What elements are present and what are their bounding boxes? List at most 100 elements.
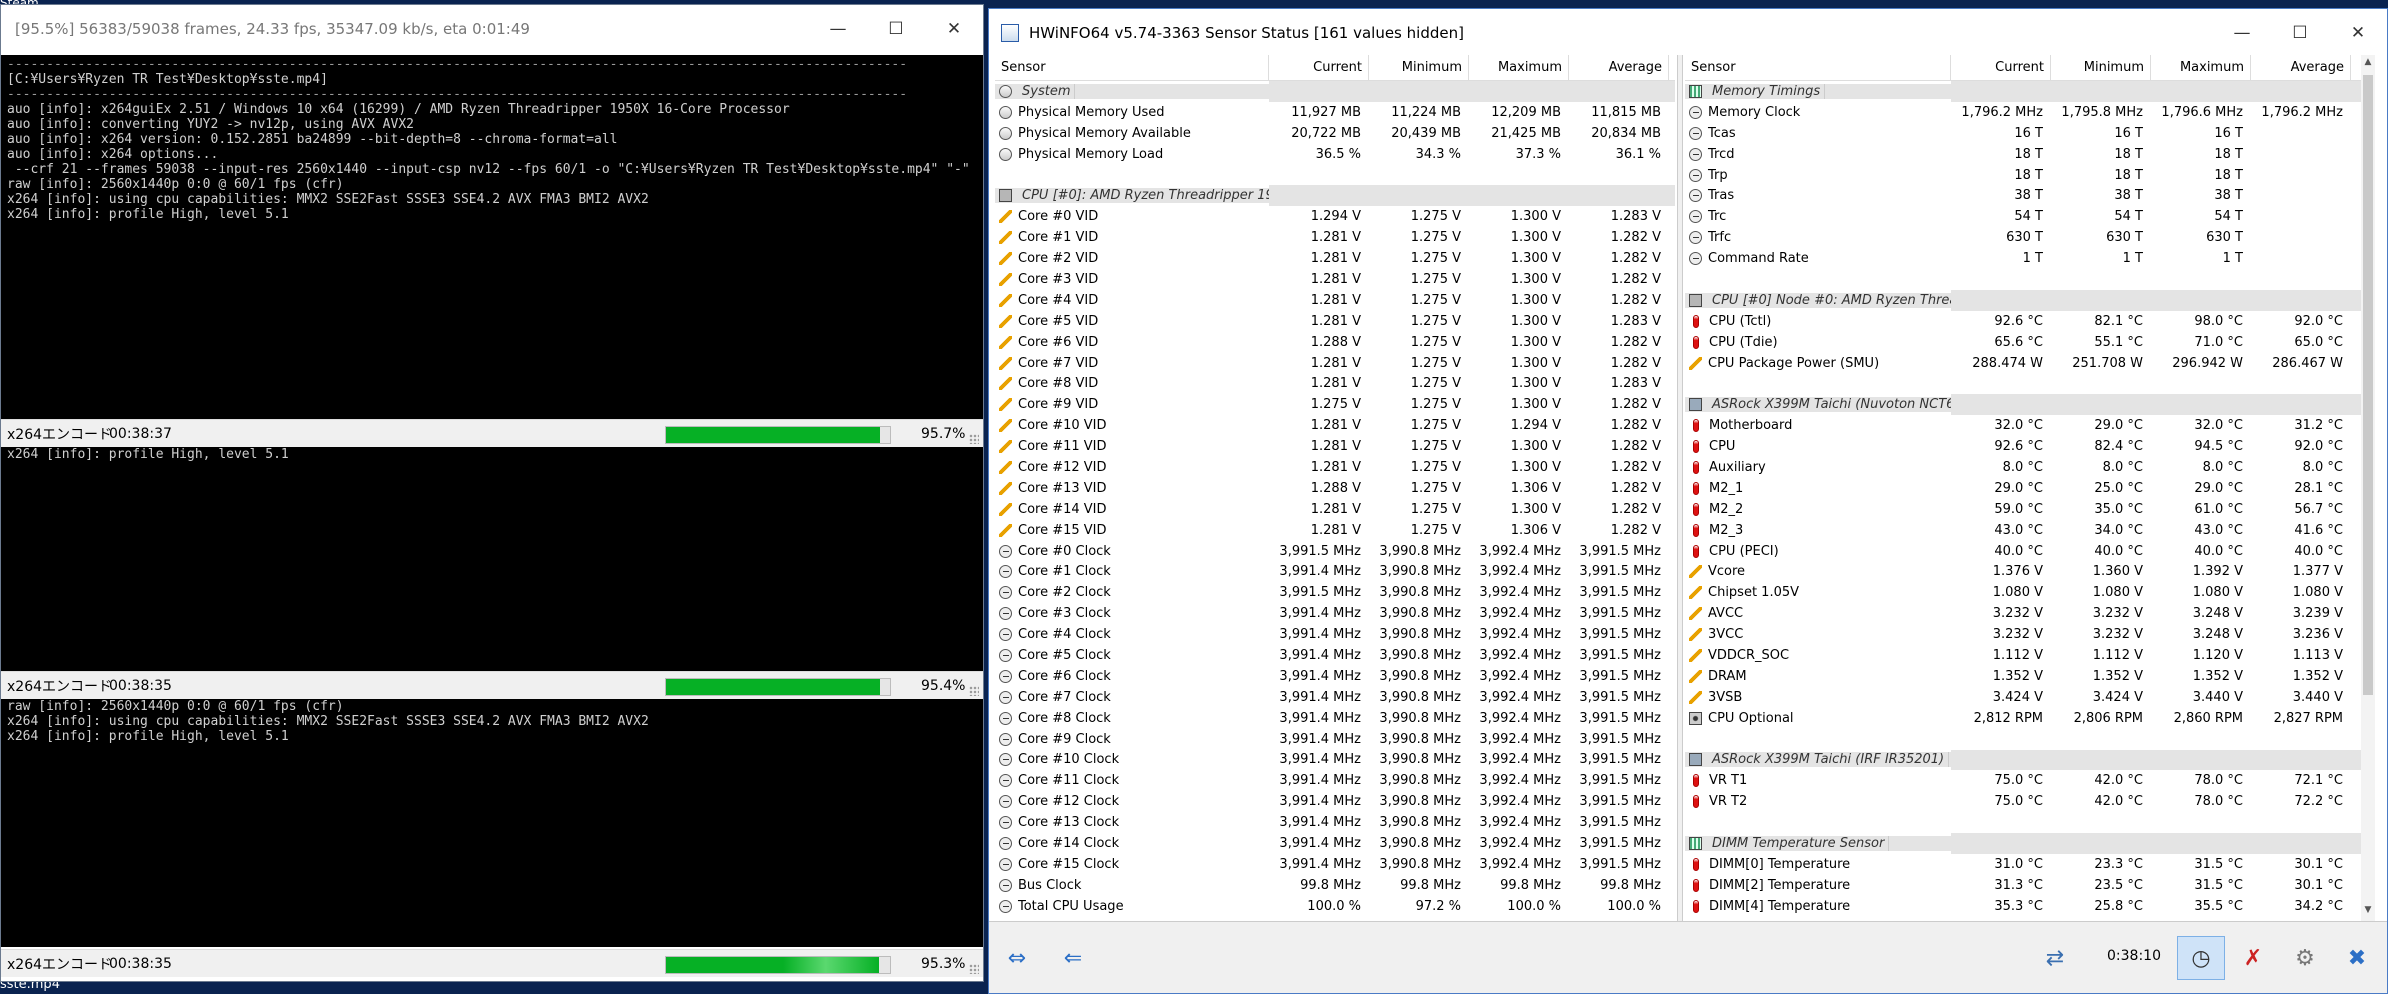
sensor-section-header[interactable]: Memory Timings xyxy=(1685,81,2375,102)
sensor-row[interactable]: Physical Memory Available 20,722 MB 20,439… xyxy=(995,123,1675,144)
sensor-row[interactable]: Core #7 VID 1.281 V 1.275 V 1.300 V 1.282 V xyxy=(995,353,1675,374)
sensor-row[interactable]: AVCC 3.232 V 3.232 V 3.248 V 3.239 V xyxy=(1685,603,2375,624)
reset-icon[interactable]: ✗ xyxy=(2229,936,2277,980)
minimize-icon[interactable]: — xyxy=(2213,9,2271,57)
sensor-row[interactable]: CPU Optional 2,812 RPM 2,806 RPM 2,860 RPM 2… xyxy=(1685,708,2375,729)
sensor-row[interactable]: Core #2 VID 1.281 V 1.275 V 1.300 V 1.282 V xyxy=(995,248,1675,269)
sensor-row[interactable]: Core #12 VID 1.281 V 1.275 V 1.300 V 1.282 V xyxy=(995,457,1675,478)
column-header-minimum[interactable]: Minimum xyxy=(2051,55,2151,80)
vertical-scrollbar[interactable]: ▲ ▼ xyxy=(2361,55,2375,921)
sensor-row[interactable]: DIMM[4] Temperature 35.3 °C 25.8 °C 35.5 °C… xyxy=(1685,896,2375,917)
sensor-row[interactable]: VDDCR_SOC 1.112 V 1.112 V 1.120 V 1.113 V xyxy=(1685,645,2375,666)
sensor-row[interactable]: Core #2 Clock 3,991.5 MHz 3,990.8 MHz 3,992… xyxy=(995,582,1675,603)
sensor-row[interactable]: Trfc 630 T 630 T 630 T xyxy=(1685,227,2375,248)
sensor-row[interactable]: Physical Memory Used 11,927 MB 11,224 MB 12… xyxy=(995,102,1675,123)
resize-grip-icon[interactable] xyxy=(969,686,979,696)
sensor-row[interactable]: Tcas 16 T 16 T 16 T xyxy=(1685,123,2375,144)
sensor-section-header[interactable]: CPU [#0]: AMD Ryzen Threadripper 1950X xyxy=(995,185,1675,207)
maximize-icon[interactable]: ☐ xyxy=(2271,9,2329,57)
resize-grip-icon[interactable] xyxy=(969,964,979,974)
column-header-maximum[interactable]: Maximum xyxy=(2151,55,2251,80)
sensor-row[interactable]: Core #3 Clock 3,991.4 MHz 3,990.8 MHz 3,992… xyxy=(995,603,1675,624)
sensor-section-header[interactable]: ASRock X399M Taichi (Nuvoton NCT67... xyxy=(1685,394,2375,416)
column-header-current[interactable]: Current xyxy=(1951,55,2051,80)
gear-icon[interactable]: ⚙ xyxy=(2281,936,2329,980)
sensor-section-header[interactable]: ASRock X399M Taichi (IRF IR35201) xyxy=(1685,749,2375,771)
sensor-row[interactable]: Core #1 Clock 3,991.4 MHz 3,990.8 MHz 3,992… xyxy=(995,561,1675,582)
column-header-average[interactable]: Average xyxy=(2251,55,2351,80)
sensor-row[interactable]: Core #7 Clock 3,991.4 MHz 3,990.8 MHz 3,992… xyxy=(995,687,1675,708)
clock-icon[interactable]: ◷ xyxy=(2177,936,2225,980)
sensor-row[interactable]: Core #10 VID 1.281 V 1.275 V 1.294 V 1.282 V xyxy=(995,415,1675,436)
sensor-row[interactable]: 3VCC 3.232 V 3.232 V 3.248 V 3.236 V xyxy=(1685,624,2375,645)
sensor-row[interactable]: Auxiliary 8.0 °C 8.0 °C 8.0 °C 8.0 °C xyxy=(1685,457,2375,478)
sensor-row[interactable]: Core #3 VID 1.281 V 1.275 V 1.300 V 1.282 V xyxy=(995,269,1675,290)
sensor-table-left[interactable]: Sensor Current Minimum Maximum Average System… xyxy=(995,55,1675,921)
column-header-sensor[interactable]: Sensor xyxy=(1685,55,1951,80)
sensor-row[interactable]: Core #15 VID 1.281 V 1.275 V 1.306 V 1.282 V xyxy=(995,520,1675,541)
sensor-row[interactable]: M2_2 59.0 °C 35.0 °C 61.0 °C 56.7 °C xyxy=(1685,499,2375,520)
close-icon[interactable]: ✕ xyxy=(925,5,983,53)
sensor-row[interactable]: Core #11 VID 1.281 V 1.275 V 1.300 V 1.282 V xyxy=(995,436,1675,457)
sensor-row[interactable]: DIMM[0] Temperature 31.0 °C 23.3 °C 31.5 °C… xyxy=(1685,854,2375,875)
column-header-sensor[interactable]: Sensor xyxy=(995,55,1269,80)
sensor-row[interactable]: Trc 54 T 54 T 54 T xyxy=(1685,206,2375,227)
collapse-columns-icon[interactable]: ⇐ xyxy=(1049,936,1097,980)
sensor-row[interactable]: Core #12 Clock 3,991.4 MHz 3,990.8 MHz 3,99… xyxy=(995,791,1675,812)
sensor-row[interactable]: Core #4 VID 1.281 V 1.275 V 1.300 V 1.282 V xyxy=(995,290,1675,311)
minimize-icon[interactable]: — xyxy=(809,5,867,53)
column-header-minimum[interactable]: Minimum xyxy=(1369,55,1469,80)
scroll-up-icon[interactable]: ▲ xyxy=(2361,57,2375,71)
sensor-row[interactable]: VR T2 75.0 °C 42.0 °C 78.0 °C 72.2 °C xyxy=(1685,791,2375,812)
sensor-row[interactable]: Core #11 Clock 3,991.4 MHz 3,990.8 MHz 3,99… xyxy=(995,770,1675,791)
pane-splitter[interactable] xyxy=(1677,55,1683,921)
sensor-row[interactable]: Core #5 VID 1.281 V 1.275 V 1.300 V 1.283 V xyxy=(995,311,1675,332)
log-console-3[interactable]: raw [info]: 2560x1440p 0:0 @ 60/1 fps (c… xyxy=(1,699,983,947)
column-header-average[interactable]: Average xyxy=(1569,55,1669,80)
log-console-1[interactable]: ----------------------------------------… xyxy=(1,55,983,419)
column-header-maximum[interactable]: Maximum xyxy=(1469,55,1569,80)
sensor-row[interactable]: CPU (Tdie) 65.6 °C 55.1 °C 71.0 °C 65.0 °C xyxy=(1685,332,2375,353)
sensor-row[interactable]: Physical Memory Load 36.5 % 34.3 % 37.3 % 36… xyxy=(995,144,1675,165)
sensor-row[interactable]: 3VSB 3.424 V 3.424 V 3.440 V 3.440 V xyxy=(1685,687,2375,708)
sensor-row[interactable]: Trcd 18 T 18 T 18 T xyxy=(1685,144,2375,165)
sensor-row[interactable]: Motherboard 32.0 °C 29.0 °C 32.0 °C 31.2 °C xyxy=(1685,415,2375,436)
sensor-row[interactable]: Vcore 1.376 V 1.360 V 1.392 V 1.377 V xyxy=(1685,561,2375,582)
hwinfo-titlebar[interactable]: HWiNFO64 v5.74-3363 Sensor Status [161 v… xyxy=(989,9,2387,57)
sensor-row[interactable]: Core #13 Clock 3,991.4 MHz 3,990.8 MHz 3,99… xyxy=(995,812,1675,833)
column-header-current[interactable]: Current xyxy=(1269,55,1369,80)
sensor-row[interactable]: DIMM[2] Temperature 31.3 °C 23.5 °C 31.5 °C… xyxy=(1685,875,2375,896)
scroll-down-icon[interactable]: ▼ xyxy=(2361,905,2375,919)
sensor-row[interactable]: Core #9 VID 1.275 V 1.275 V 1.300 V 1.282 V xyxy=(995,394,1675,415)
sensor-row[interactable]: Core #0 VID 1.294 V 1.275 V 1.300 V 1.283 V xyxy=(995,206,1675,227)
scrollbar-thumb[interactable] xyxy=(2363,75,2373,695)
sensor-row[interactable]: Core #6 VID 1.288 V 1.275 V 1.300 V 1.282 V xyxy=(995,332,1675,353)
sensor-row[interactable]: VR T1 75.0 °C 42.0 °C 78.0 °C 72.1 °C xyxy=(1685,770,2375,791)
sensor-row[interactable]: Total CPU Usage 100.0 % 97.2 % 100.0 % 100.0… xyxy=(995,896,1675,917)
sensor-row[interactable]: CPU 92.6 °C 82.4 °C 94.5 °C 92.0 °C xyxy=(1685,436,2375,457)
sensor-row[interactable]: Core #1 VID 1.281 V 1.275 V 1.300 V 1.282 V xyxy=(995,227,1675,248)
sensor-row[interactable]: Chipset 1.05V 1.080 V 1.080 V 1.080 V 1.080 … xyxy=(1685,582,2375,603)
sensor-section-header[interactable]: System xyxy=(995,81,1675,102)
resize-grip-icon[interactable] xyxy=(969,434,979,444)
sensor-row[interactable]: Core #14 VID 1.281 V 1.275 V 1.300 V 1.282 V xyxy=(995,499,1675,520)
sensor-row[interactable]: Core #0 Clock 3,991.5 MHz 3,990.8 MHz 3,992… xyxy=(995,541,1675,562)
sensor-row[interactable]: Core #6 Clock 3,991.4 MHz 3,990.8 MHz 3,992… xyxy=(995,666,1675,687)
sensor-row[interactable]: Core #5 Clock 3,991.4 MHz 3,990.8 MHz 3,992… xyxy=(995,645,1675,666)
network-icon[interactable]: ⇄ xyxy=(2031,936,2079,980)
close-sensors-icon[interactable]: ✖ xyxy=(2333,936,2381,980)
sensor-row[interactable]: Core #8 Clock 3,991.4 MHz 3,990.8 MHz 3,992… xyxy=(995,708,1675,729)
log-console-2[interactable]: x264 [info]: profile High, level 5.1 xyxy=(1,447,983,671)
sensor-row[interactable]: CPU (Tctl) 92.6 °C 82.1 °C 98.0 °C 92.0 °C xyxy=(1685,311,2375,332)
sensor-row[interactable]: Core #9 Clock 3,991.4 MHz 3,990.8 MHz 3,992… xyxy=(995,729,1675,750)
sensor-row[interactable]: Core #13 VID 1.288 V 1.275 V 1.306 V 1.282 V xyxy=(995,478,1675,499)
maximize-icon[interactable]: ☐ xyxy=(867,5,925,53)
sensor-row[interactable]: M2_1 29.0 °C 25.0 °C 29.0 °C 28.1 °C xyxy=(1685,478,2375,499)
sensor-row[interactable]: Core #15 Clock 3,991.4 MHz 3,990.8 MHz 3,99… xyxy=(995,854,1675,875)
sensor-row[interactable]: Trp 18 T 18 T 18 T xyxy=(1685,165,2375,186)
expand-columns-icon[interactable]: ⇔ xyxy=(993,936,1041,980)
sensor-section-header[interactable]: DIMM Temperature Sensor xyxy=(1685,833,2375,854)
sensor-row[interactable]: Core #8 VID 1.281 V 1.275 V 1.300 V 1.283 V xyxy=(995,373,1675,394)
sensor-table-right[interactable]: Sensor Current Minimum Maximum Average Memory… xyxy=(1685,55,2375,921)
x264-titlebar[interactable]: [95.5%] 56383/59038 frames, 24.33 fps, 3… xyxy=(1,5,983,53)
